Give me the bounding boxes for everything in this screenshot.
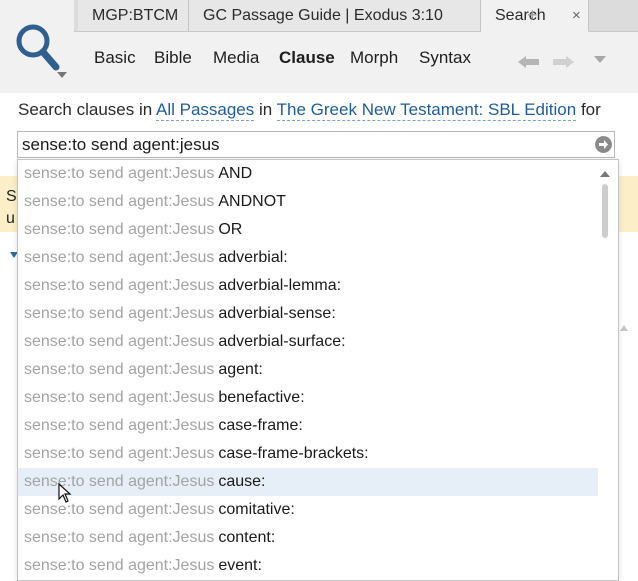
chevron-down-icon[interactable] [594, 56, 606, 63]
suggestion-item[interactable]: sense:to send agent:Jesus content: [18, 524, 598, 552]
suggestion-item[interactable]: sense:to send agent:Jesus adverbial-surfa… [18, 328, 598, 356]
suggestion-item[interactable]: sense:to send agent:Jesus event: [18, 552, 598, 580]
suggestion-list: sense:to send agent:Jesus AND sense:to sen… [18, 160, 598, 580]
search-box [17, 131, 615, 158]
forward-arrow-icon[interactable] [552, 56, 574, 68]
suggestion-item[interactable]: sense:to send agent:Jesus cause: [18, 468, 598, 496]
nav-morph[interactable]: Morph [350, 48, 398, 68]
suggestion-prefix: sense:to send agent:Jesus [24, 277, 215, 294]
suggestion-item[interactable]: sense:to send agent:Jesus adverbial-sense… [18, 300, 598, 328]
resource-link[interactable]: The Greek New Testament: SBL Edition [276, 100, 577, 121]
tab-label: GC Passage Guide | Exodus 3:10 [203, 7, 443, 24]
suggestion-keyword: ANDNOT [218, 193, 286, 210]
suggestion-keyword: agent: [218, 361, 263, 378]
nav-bible[interactable]: Bible [154, 48, 192, 68]
nav-media[interactable]: Media [213, 48, 259, 68]
suggestion-keyword: case-frame: [218, 417, 303, 434]
suggestion-keyword: adverbial-lemma: [218, 277, 342, 294]
tab-gc-passage-guide[interactable]: GC Passage Guide | Exodus 3:10 [189, 0, 481, 31]
banner-line: u [6, 210, 15, 227]
search-scope-line: Search clauses in All Passages in The Gr… [18, 100, 601, 121]
suggestion-prefix: sense:to send agent:Jesus [24, 417, 215, 434]
suggestion-prefix: sense:to send agent:Jesus [24, 305, 215, 322]
suggestion-keyword: adverbial-surface: [218, 333, 346, 350]
suggestion-keyword: content: [218, 529, 276, 546]
suggestion-keyword: adverbial: [218, 249, 288, 266]
tab-strip: MGP:BTCM GC Passage Guide | Exodus 3:10 … [74, 0, 638, 32]
passages-link[interactable]: All Passages [155, 100, 255, 121]
tab-mgp-btcm[interactable]: MGP:BTCM [78, 0, 189, 31]
plus-icon[interactable]: + [527, 0, 538, 31]
scope-suffix: for [580, 100, 601, 119]
search-input[interactable] [22, 134, 582, 155]
scrollbar-thumb[interactable] [602, 184, 608, 238]
suggestion-prefix: sense:to send agent:Jesus [24, 361, 215, 378]
search-icon[interactable] [12, 20, 62, 78]
suggestion-prefix: sense:to send agent:Jesus [24, 221, 215, 238]
suggestion-prefix: sense:to send agent:Jesus [24, 165, 215, 182]
suggestion-item[interactable]: sense:to send agent:Jesus AND [18, 160, 598, 188]
mouse-cursor-icon [58, 483, 72, 503]
suggestion-prefix: sense:to send agent:Jesus [24, 529, 215, 546]
autocomplete-dropdown: sense:to send agent:Jesus AND sense:to sen… [17, 159, 619, 581]
suggestion-item[interactable]: sense:to send agent:Jesus agent: [18, 356, 598, 384]
scroll-up-icon[interactable] [600, 171, 610, 177]
suggestion-item[interactable]: sense:to send agent:Jesus case-frame: [18, 412, 598, 440]
suggestion-prefix: sense:to send agent:Jesus [24, 333, 215, 350]
suggestion-keyword: OR [218, 221, 243, 238]
chevron-down-icon[interactable] [57, 72, 67, 78]
scrollbar[interactable] [598, 182, 612, 578]
scope-prefix: Search clauses in [18, 100, 153, 119]
suggestion-item[interactable]: sense:to send agent:Jesus comitative: [18, 496, 598, 524]
back-arrow-icon[interactable] [518, 56, 540, 68]
suggestion-prefix: sense:to send agent:Jesus [24, 501, 215, 518]
chevron-up-icon[interactable] [620, 325, 628, 331]
suggestion-keyword: benefactive: [218, 389, 305, 406]
nav-syntax[interactable]: Syntax [419, 48, 471, 68]
suggestion-item[interactable]: sense:to send agent:Jesus ANDNOT [18, 188, 598, 216]
suggestion-prefix: sense:to send agent:Jesus [24, 389, 215, 406]
tab-label: MGP:BTCM [92, 7, 179, 24]
suggestion-item[interactable]: sense:to send agent:Jesus benefactive: [18, 384, 598, 412]
tab-label: Search [495, 7, 546, 24]
suggestion-prefix: sense:to send agent:Jesus [24, 445, 215, 462]
suggestion-item[interactable]: sense:to send agent:Jesus OR [18, 216, 598, 244]
suggestion-keyword: AND [218, 165, 253, 182]
nav-basic[interactable]: Basic [94, 48, 136, 68]
suggestion-keyword: cause: [218, 473, 266, 490]
suggestion-item[interactable]: sense:to send agent:Jesus adverbial-lemma… [18, 272, 598, 300]
suggestion-keyword: adverbial-sense: [218, 305, 336, 322]
scope-in: in [259, 100, 273, 119]
suggestion-prefix: sense:to send agent:Jesus [24, 249, 215, 266]
suggestion-item[interactable]: sense:to send agent:Jesus case-frame-brac… [18, 440, 598, 468]
suggestion-keyword: case-frame-brackets: [218, 445, 369, 462]
suggestion-prefix: sense:to send agent:Jesus [24, 193, 215, 210]
suggestion-item[interactable]: sense:to send agent:Jesus adverbial: [18, 244, 598, 272]
suggestion-keyword: comitative: [218, 501, 295, 518]
banner-line: S [6, 188, 17, 205]
nav-clause[interactable]: Clause [279, 48, 335, 68]
suggestion-prefix: sense:to send agent:Jesus [24, 473, 215, 490]
go-arrow-icon[interactable] [595, 136, 612, 153]
close-icon[interactable]: × [572, 0, 581, 31]
banner-text: S u [6, 186, 17, 230]
